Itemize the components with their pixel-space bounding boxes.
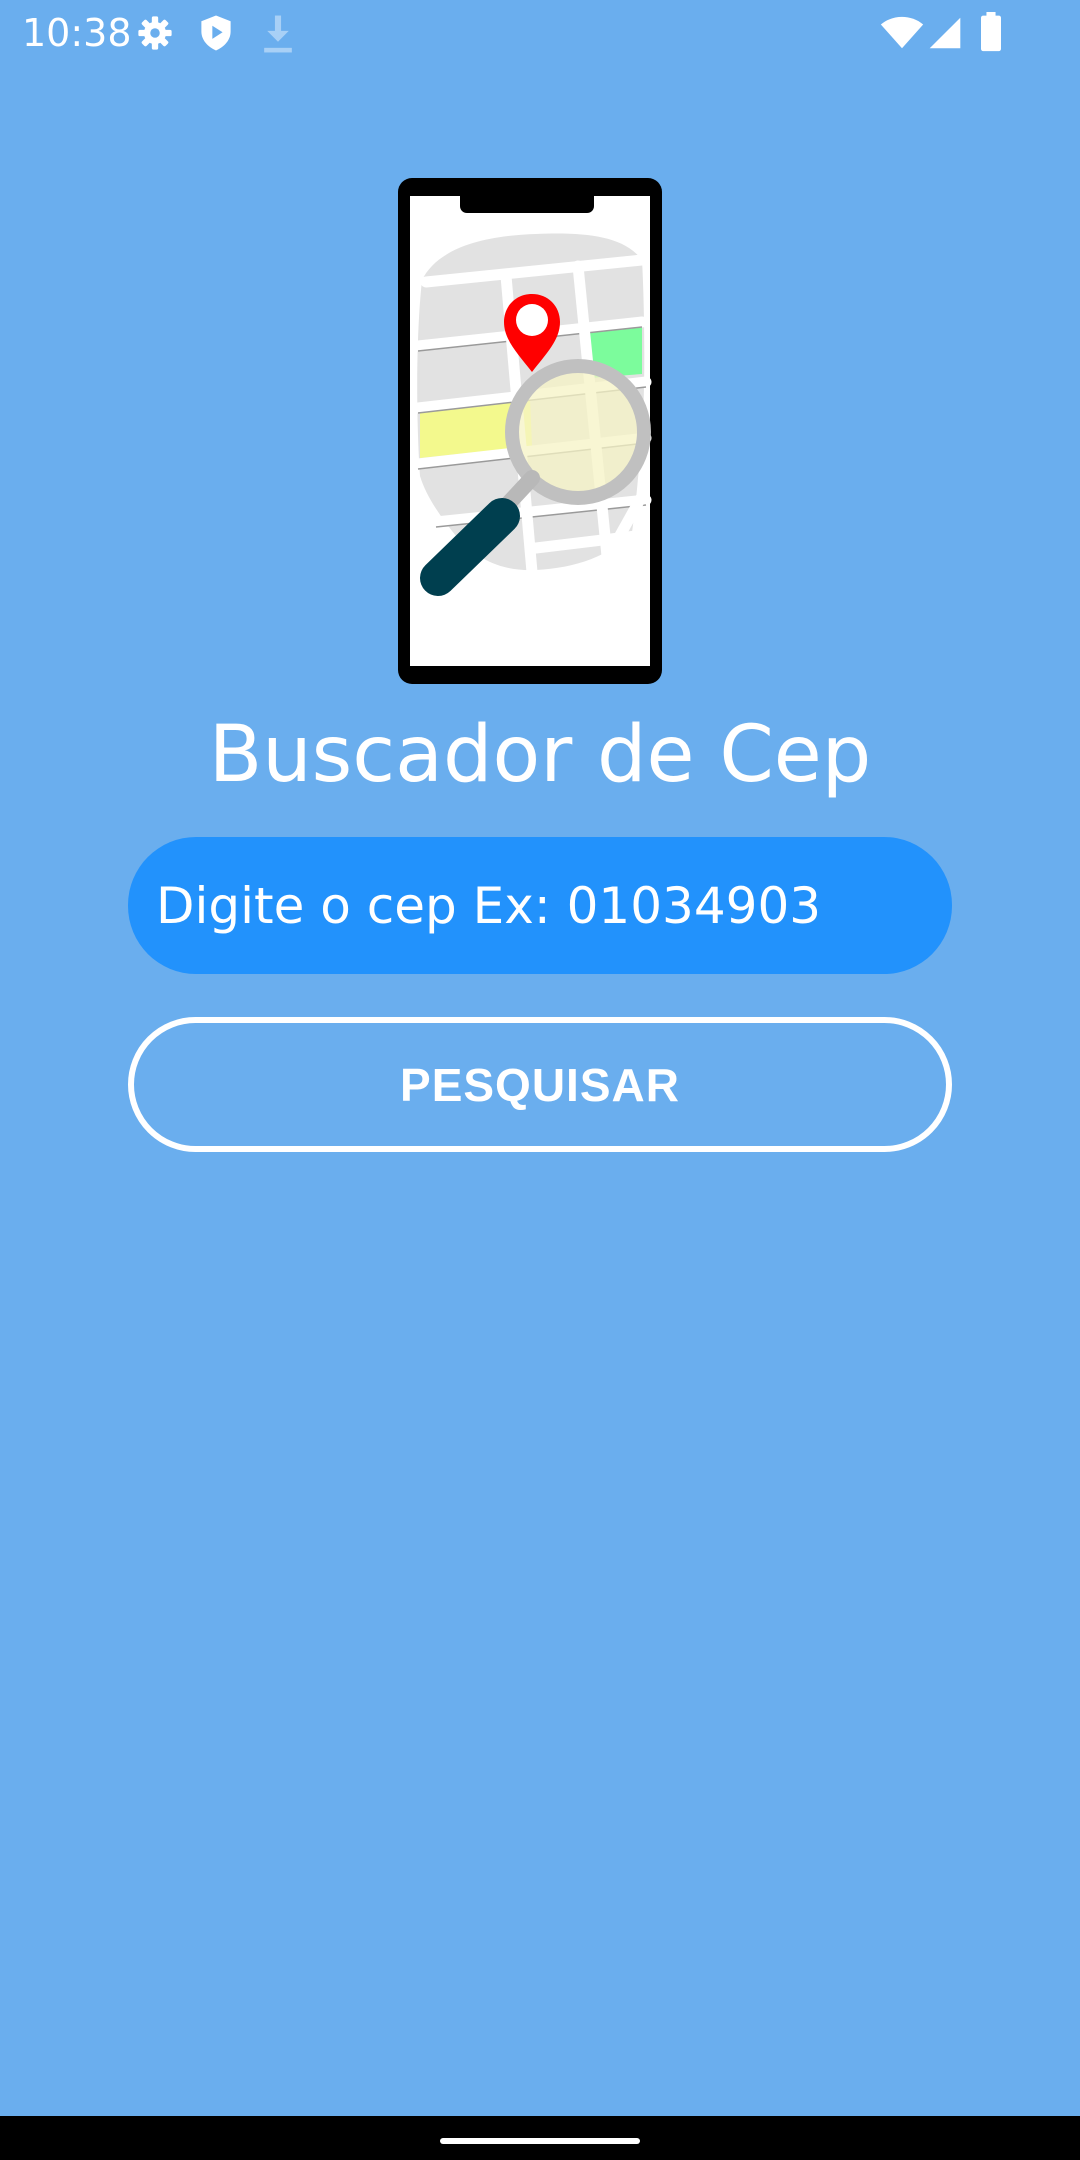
status-time: 10:38 (22, 11, 132, 55)
cell-signal-icon (928, 16, 962, 55)
play-protect-icon (198, 14, 234, 57)
phone-map-search-illustration (396, 176, 664, 686)
search-button[interactable]: PESQUISAR (128, 1017, 952, 1152)
status-bar: 10:38 (0, 0, 1080, 66)
download-icon (262, 14, 294, 59)
cep-input[interactable] (128, 837, 952, 974)
page-title: Buscador de Cep (208, 710, 872, 800)
battery-icon (980, 12, 1002, 57)
home-gesture-handle[interactable] (440, 2138, 640, 2144)
gear-icon (136, 14, 174, 57)
wifi-icon (880, 16, 924, 55)
